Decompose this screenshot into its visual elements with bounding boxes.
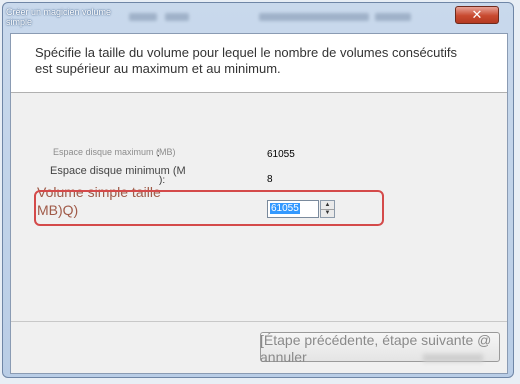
min-space-label: Espace disque minimum (M <box>50 165 186 177</box>
blurred-title-fragment <box>259 13 369 21</box>
blurred-title-fragment <box>129 13 157 21</box>
volume-size-spinner[interactable]: ▲ ▼ <box>320 200 335 218</box>
volume-size-value: 61055 <box>270 203 300 214</box>
max-space-value: 61055 <box>267 149 295 160</box>
header-description: Spécifie la taille du volume pour lequel… <box>35 45 458 76</box>
wizard-content: Spécifie la taille du volume pour lequel… <box>10 33 508 374</box>
wizard-window: Créer un magicien volume simple ✕ Spécif… <box>2 2 514 378</box>
min-space-value: 8 <box>267 174 273 185</box>
window-title: Créer un magicien volume simple <box>6 7 112 27</box>
blurred-footer-fragment <box>423 354 483 362</box>
blurred-title-fragment <box>375 13 411 21</box>
close-button[interactable]: ✕ <box>455 6 499 24</box>
blurred-title-fragment <box>165 13 189 21</box>
header-pane: Spécifie la taille du volume pour lequel… <box>11 34 507 93</box>
spin-up-icon[interactable]: ▲ <box>321 201 334 209</box>
spin-down-icon[interactable]: ▼ <box>321 208 334 218</box>
close-icon: ✕ <box>471 7 483 23</box>
title-bar[interactable]: Créer un magicien volume simple ✕ <box>3 3 513 33</box>
max-space-colon: : <box>157 148 160 159</box>
volume-size-input[interactable]: 61055 <box>267 200 319 218</box>
footer-divider <box>11 321 507 322</box>
